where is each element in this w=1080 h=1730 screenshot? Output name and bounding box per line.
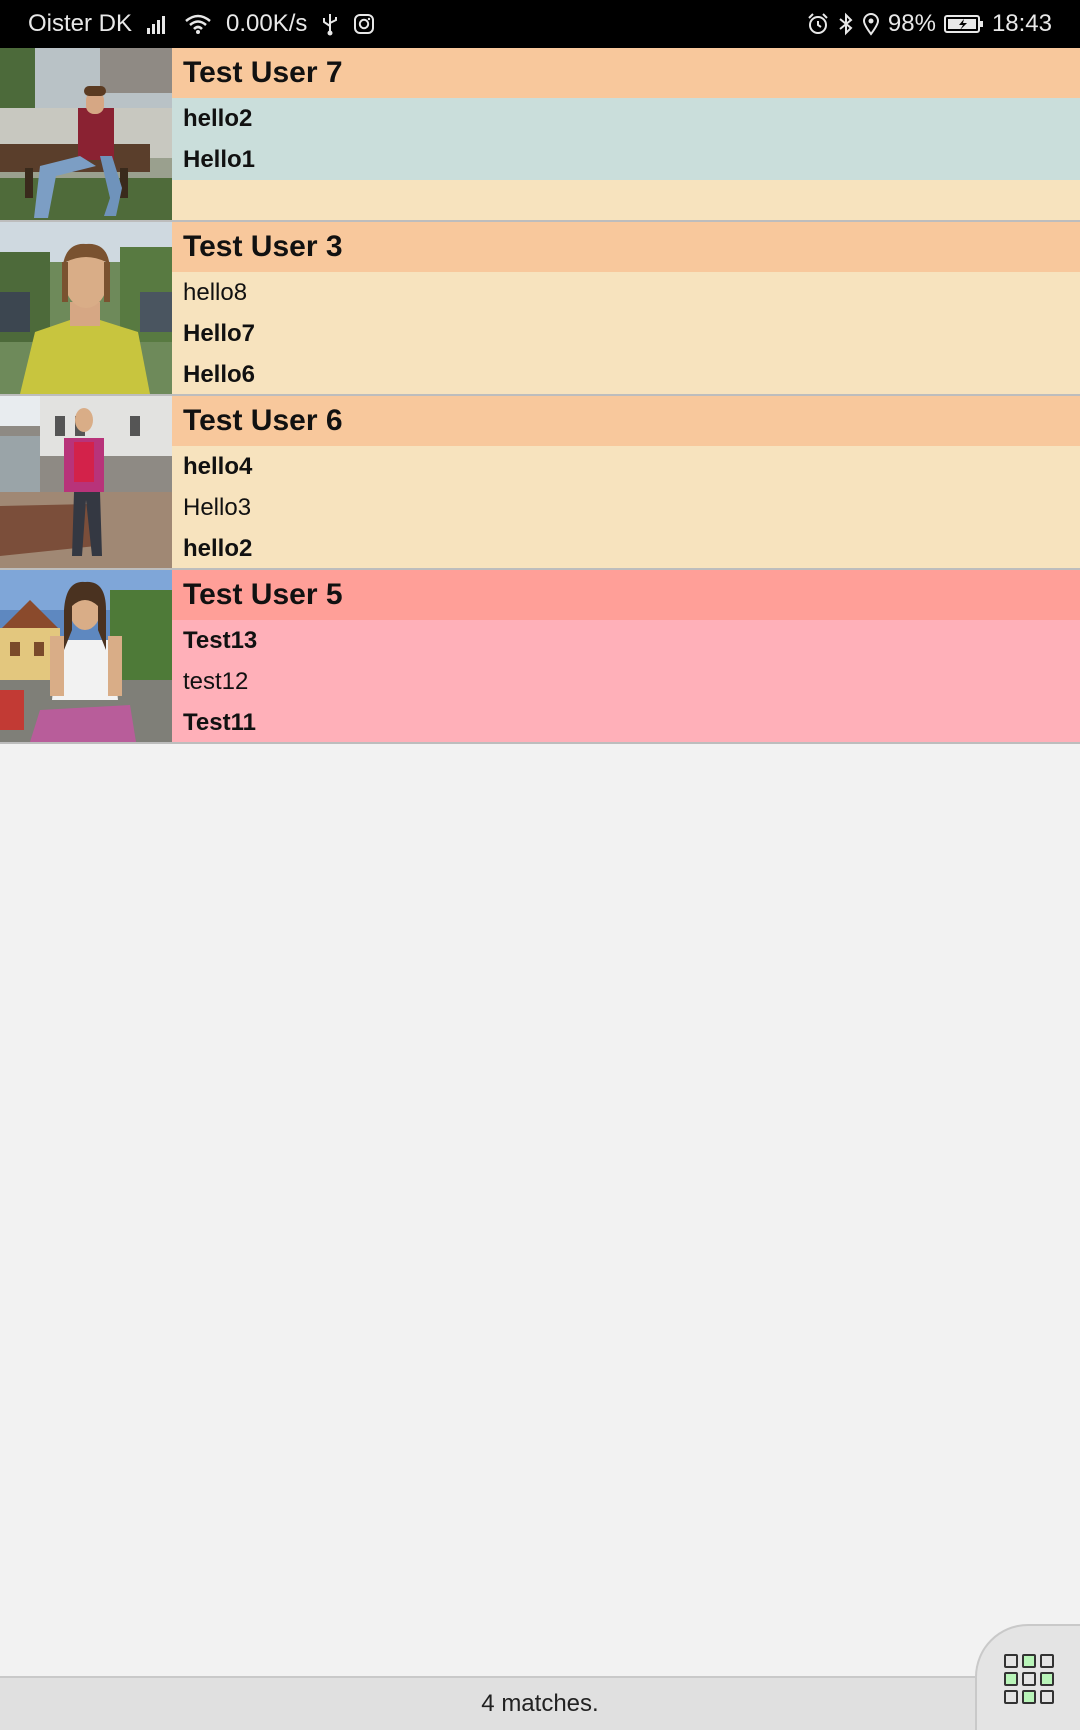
match-card[interactable]: Test User 3 hello8 Hello7 Hello6 bbox=[0, 222, 1080, 396]
message-preview: Test13 bbox=[183, 626, 258, 654]
clock: 18:43 bbox=[991, 10, 1052, 37]
message-preview: Hello1 bbox=[172, 139, 1080, 180]
bottom-bar: 4 matches. bbox=[0, 1676, 1080, 1730]
message-preview: hello2 bbox=[183, 534, 253, 562]
avatar[interactable] bbox=[0, 570, 172, 742]
message-preview: hello4 bbox=[183, 452, 253, 480]
message-preview: Hello6 bbox=[183, 360, 256, 388]
message-preview: hello8 bbox=[183, 278, 248, 306]
match-card[interactable]: Test User 7 hello2 Hello1 bbox=[0, 48, 1080, 222]
match-name: Test User 5 bbox=[172, 570, 1080, 620]
grid-icon bbox=[1004, 1654, 1056, 1706]
match-count-label: 4 matches. bbox=[481, 1690, 599, 1717]
wifi-icon bbox=[184, 13, 212, 35]
avatar[interactable] bbox=[0, 396, 172, 568]
location-icon bbox=[862, 12, 880, 36]
match-card[interactable]: Test User 6 hello4 Hello3 hello2 bbox=[0, 396, 1080, 570]
avatar[interactable] bbox=[0, 222, 172, 394]
message-preview: Hello3 bbox=[183, 493, 252, 521]
bluetooth-icon bbox=[838, 12, 854, 36]
usb-icon bbox=[321, 12, 339, 36]
match-name: Test User 3 bbox=[172, 222, 1080, 272]
message-preview: Test11 bbox=[183, 708, 256, 736]
battery-percent: 98% bbox=[887, 10, 936, 37]
status-bar: Oister DK 0.00K/s 98% 18:43 bbox=[0, 0, 1080, 48]
match-card[interactable]: Test User 5 Test13 test12 Test11 bbox=[0, 570, 1080, 744]
signal-icon bbox=[146, 13, 170, 35]
network-speed: 0.00K/s bbox=[226, 10, 308, 37]
battery-charging-icon bbox=[943, 13, 984, 35]
grid-view-button[interactable] bbox=[975, 1624, 1080, 1730]
match-name: Test User 6 bbox=[172, 396, 1080, 446]
message-preview: hello2 bbox=[172, 98, 1080, 139]
message-preview: Hello7 bbox=[183, 319, 256, 347]
instagram-icon bbox=[353, 13, 375, 35]
message-preview: test12 bbox=[183, 667, 249, 695]
match-list: Test User 7 hello2 Hello1 Test User 3 he… bbox=[0, 48, 1080, 744]
carrier-label: Oister DK bbox=[28, 10, 133, 37]
match-name: Test User 7 bbox=[172, 48, 1080, 98]
avatar[interactable] bbox=[0, 48, 172, 220]
alarm-icon bbox=[806, 12, 830, 36]
